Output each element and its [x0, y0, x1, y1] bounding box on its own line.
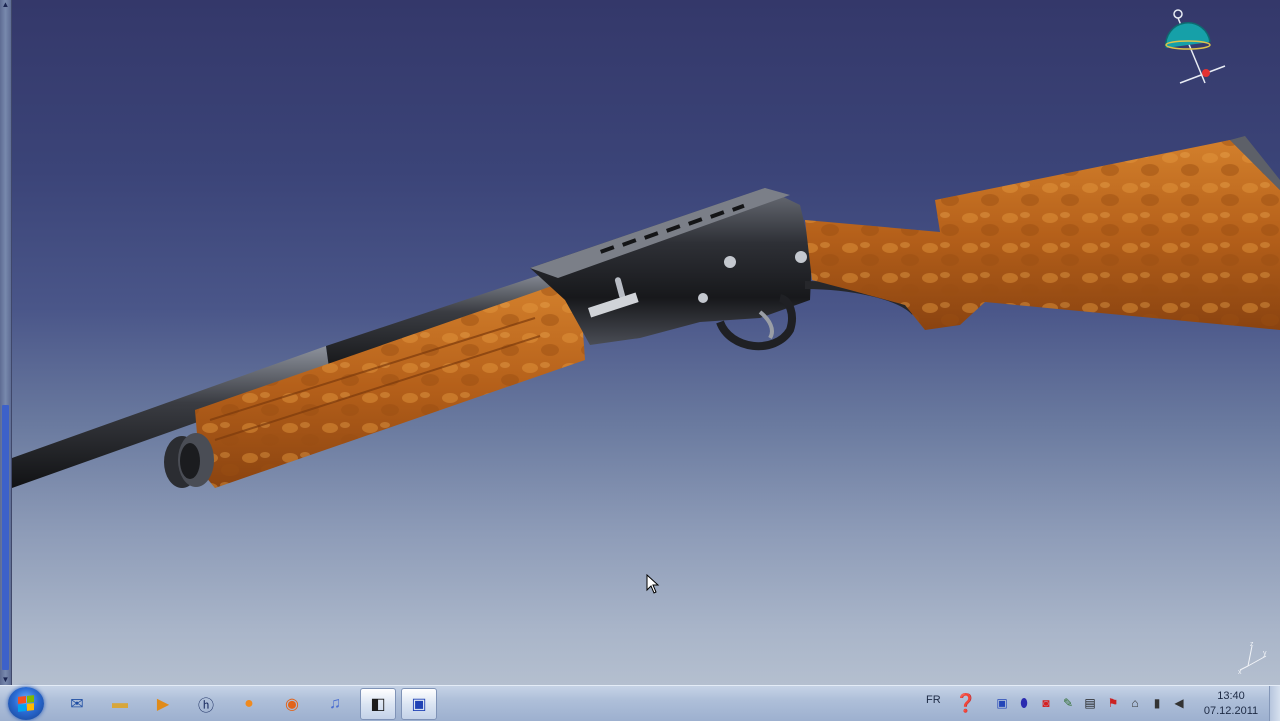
- catia-app-icon[interactable]: ▣: [401, 688, 437, 720]
- windows-taskbar: ✉ ▬ ▶ ⓗ ● ◉ ♫ ◧ ▣ FR ❓ ▣ ⬮ ◙ ✎ ▤ ⚑ ⌂ ▮ ◀…: [0, 685, 1280, 721]
- clock-date: 07.12.2011: [1203, 705, 1259, 717]
- axis-triad-icon: z y x: [1238, 641, 1267, 674]
- axis-label-z: z: [1250, 641, 1254, 648]
- compass-icon[interactable]: [1160, 8, 1235, 93]
- catia-3d-viewport[interactable]: ▲ ▼ z y x: [0, 0, 1280, 685]
- signal-icon[interactable]: ▮: [1150, 696, 1164, 710]
- rifle-3d-model[interactable]: [0, 0, 1280, 685]
- volume-icon[interactable]: ◀: [1172, 696, 1186, 710]
- network-icon[interactable]: ▣: [995, 696, 1009, 710]
- firefox-icon[interactable]: ◉: [279, 691, 305, 717]
- antivirus-icon[interactable]: ◙: [1039, 696, 1053, 710]
- axis-label-y: y: [1263, 650, 1267, 657]
- system-clock[interactable]: 13:40 07.12.2011: [1198, 689, 1264, 719]
- tool-icon[interactable]: ✎: [1061, 696, 1075, 710]
- windows-start-icon[interactable]: [8, 687, 44, 720]
- explorer-folder-icon[interactable]: ▬: [107, 691, 133, 717]
- chrome-ball-icon[interactable]: ●: [236, 691, 262, 717]
- show-desktop-button[interactable]: [1269, 686, 1280, 721]
- monitor-icon[interactable]: ▤: [1083, 696, 1097, 710]
- clock-time: 13:40: [1217, 690, 1245, 702]
- mouse-cursor-icon: [646, 574, 660, 594]
- axis-label-x: x: [1238, 669, 1242, 674]
- usb-icon[interactable]: ⌂: [1128, 696, 1142, 710]
- outlook-icon[interactable]: ✉: [64, 691, 90, 717]
- itunes-icon[interactable]: ♫: [322, 691, 348, 717]
- language-indicator[interactable]: FR: [926, 694, 941, 706]
- magazine-cap: [164, 433, 214, 488]
- catia-window-icon[interactable]: ◧: [360, 688, 396, 720]
- hp-icon[interactable]: ⓗ: [193, 691, 219, 717]
- flag-icon[interactable]: ⚑: [1106, 696, 1120, 710]
- bluetooth-icon[interactable]: ⬮: [1017, 696, 1031, 710]
- media-player-icon[interactable]: ▶: [150, 691, 176, 717]
- help-icon[interactable]: ❓: [955, 692, 977, 714]
- buttstock-wood: [805, 136, 1280, 330]
